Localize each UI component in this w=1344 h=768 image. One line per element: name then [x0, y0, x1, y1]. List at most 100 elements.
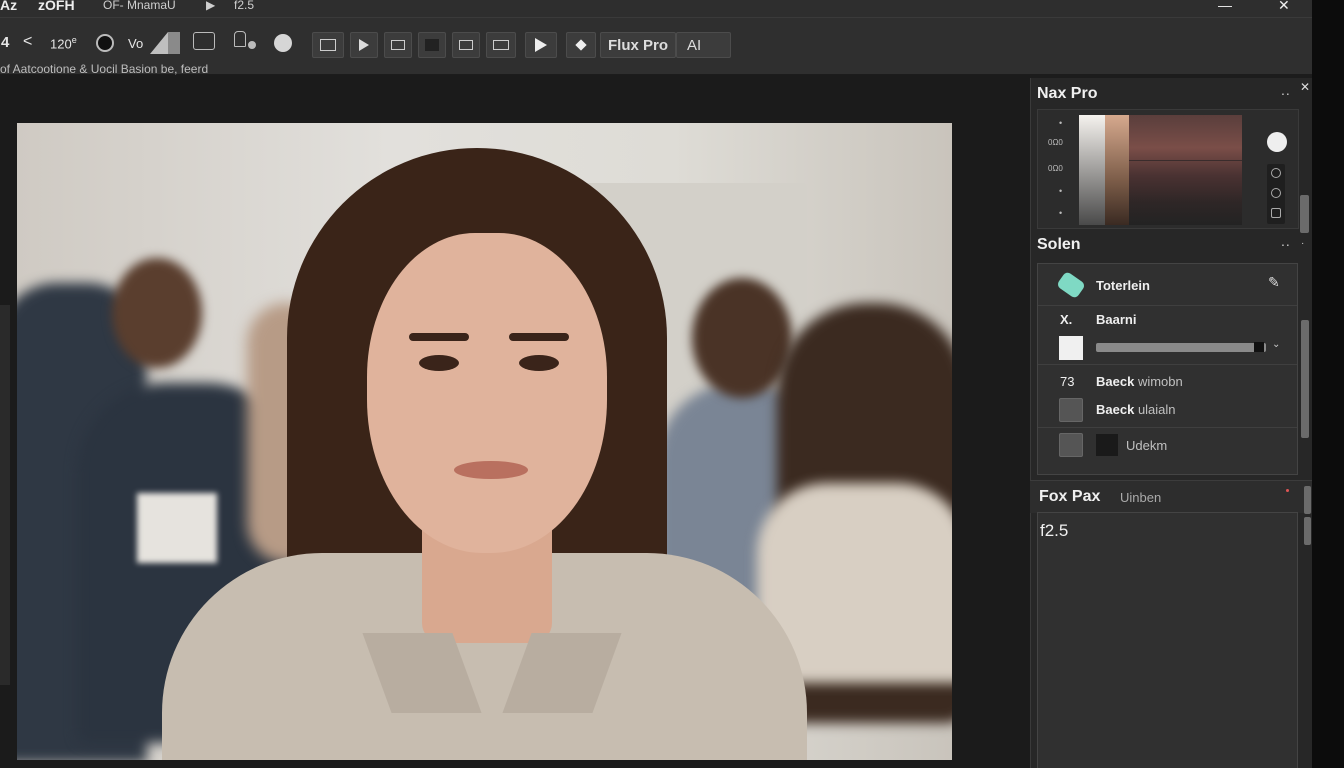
zoom-value[interactable]: 120e [50, 35, 77, 51]
chevron-down-icon[interactable]: ⌄ [1272, 339, 1280, 350]
swatch-label-2: 0Ω0 [1048, 138, 1063, 147]
image-icon [320, 39, 336, 51]
layers-title: Solen [1037, 236, 1081, 253]
props-value[interactable]: f2.5 [1040, 521, 1068, 541]
opacity-slider[interactable] [1096, 343, 1266, 352]
layer-label-sub: Udekm [1126, 438, 1168, 453]
swatch-tools [1267, 164, 1285, 224]
props-subtitle: Uinben [1120, 490, 1162, 505]
color-picker[interactable]: • 0Ω0 0Ω0 • • [1037, 109, 1299, 229]
photo-subject-eye-left [419, 355, 459, 371]
layer-label-sub: wimobn [1137, 374, 1183, 389]
photo-subject-brow-left [409, 333, 469, 341]
layer-prefix: X. [1060, 312, 1073, 327]
layer-row-4[interactable]: 73 Baeck wimobn [1038, 365, 1297, 395]
photo-subject-eye-right [519, 355, 559, 371]
fill-circle-icon[interactable] [274, 34, 292, 52]
black-swatch[interactable] [1096, 434, 1118, 456]
undo-icon[interactable]: < [23, 33, 32, 51]
play-button[interactable] [350, 32, 378, 58]
list-icon [493, 40, 509, 50]
chat-bubble-icon[interactable] [193, 32, 215, 50]
version-label: f2.5 [234, 0, 255, 12]
diamond-icon [575, 39, 587, 51]
brush-icon [1056, 270, 1086, 300]
layer-row-5[interactable]: Baeck ulaialn [1038, 395, 1297, 428]
circle-tool-icon[interactable] [96, 34, 114, 52]
zoom-number: 120 [50, 36, 72, 52]
diamond-button[interactable] [566, 32, 596, 58]
props-title: Fox Pax [1039, 488, 1101, 505]
photo-subject-brow-right [509, 333, 569, 341]
list-button[interactable] [486, 32, 516, 58]
lightness-strip[interactable] [1079, 115, 1105, 225]
layer-row-3[interactable]: ⌄ [1038, 334, 1297, 365]
lock-dot-icon [248, 41, 256, 49]
frame-button[interactable] [384, 32, 412, 58]
panel-menu-icon[interactable]: .. [1281, 82, 1291, 98]
tool-size-value: 4 [1, 34, 10, 51]
model-selector[interactable]: Flux Pro [600, 32, 676, 58]
layers-collapse-icon[interactable]: · [1301, 238, 1304, 249]
panel-title: Nax Pro [1037, 85, 1098, 102]
tool-circle-icon[interactable] [1271, 168, 1281, 178]
white-swatch[interactable] [1059, 336, 1083, 360]
photo-canvas[interactable] [17, 123, 952, 760]
zoom-sup: e [71, 35, 77, 45]
photo-head-left [112, 258, 202, 368]
magic-wand-button[interactable] [525, 32, 557, 58]
mode-label[interactable]: Vo [128, 36, 143, 51]
edit-icon[interactable]: ✎ [1268, 274, 1280, 291]
layer-thumb-icon [1059, 398, 1083, 422]
hue-strip[interactable] [1105, 115, 1129, 225]
status-dot [1286, 489, 1289, 492]
saturation-field[interactable] [1129, 115, 1242, 225]
layer-label: Toterlein [1096, 278, 1150, 293]
layer-row-2[interactable]: X. Baarni [1038, 306, 1297, 334]
square-icon [425, 39, 439, 51]
play-icon[interactable]: ▶ [206, 0, 215, 12]
layer-label-main: Baeck [1096, 402, 1135, 417]
magic-wand-icon [535, 38, 547, 52]
minimize-button[interactable]: — [1218, 0, 1232, 13]
triangle-tool-icon[interactable] [150, 32, 168, 54]
props-scrollbar-2[interactable] [1304, 517, 1311, 545]
app-title-a: Az [0, 0, 18, 13]
swatch-label-4: • [1059, 186, 1063, 196]
grid-icon [459, 40, 473, 50]
gradient-tool-icon[interactable] [168, 32, 180, 54]
app-title-b: zOFH [38, 0, 75, 13]
layer-button[interactable] [418, 32, 446, 58]
photo-subject-mouth [454, 461, 528, 479]
play-icon [359, 39, 369, 51]
image-tool-button[interactable] [312, 32, 344, 58]
search-icon[interactable] [1059, 433, 1083, 457]
layer-row-6[interactable]: Udekm [1038, 428, 1297, 464]
layers-menu-icon[interactable]: .. [1281, 233, 1291, 249]
eyedropper-icon[interactable] [1267, 132, 1287, 152]
layers-list: Toterlein ✎ X. Baarni ⌄ 73 Baeck wimobn … [1037, 263, 1298, 475]
document-subtitle: of Aatcootione & Uocil Basion be, feerd [0, 62, 209, 76]
slider-handle[interactable] [1254, 342, 1264, 352]
layer-label: Udekm [1126, 438, 1167, 453]
ai-button[interactable]: AI [676, 32, 731, 58]
layer-row-1[interactable]: Toterlein ✎ [1038, 264, 1297, 306]
panel-close-icon[interactable]: ✕ [1300, 80, 1310, 94]
layer-label-sub: ulaialn [1137, 402, 1176, 417]
layer-label-main: Baeck [1096, 374, 1135, 389]
props-panel: f2.5 [1037, 512, 1298, 768]
tool-square-icon[interactable] [1271, 208, 1281, 218]
props-scrollbar[interactable] [1304, 486, 1311, 514]
layers-scrollbar[interactable] [1301, 320, 1309, 438]
frame-icon [391, 40, 405, 50]
menu-label[interactable]: OF- MnamaU [103, 0, 176, 12]
panel-scrollbar[interactable] [1300, 195, 1309, 233]
lock-icon[interactable] [234, 31, 246, 47]
layer-label: Baeck wimobn [1096, 374, 1183, 389]
close-button[interactable]: ✕ [1278, 0, 1290, 14]
left-ruler [0, 305, 10, 685]
grid-button[interactable] [452, 32, 480, 58]
layer-label: Baarni [1096, 312, 1137, 327]
tool-ring-icon[interactable] [1271, 188, 1281, 198]
swatch-label-5: • [1059, 208, 1063, 218]
